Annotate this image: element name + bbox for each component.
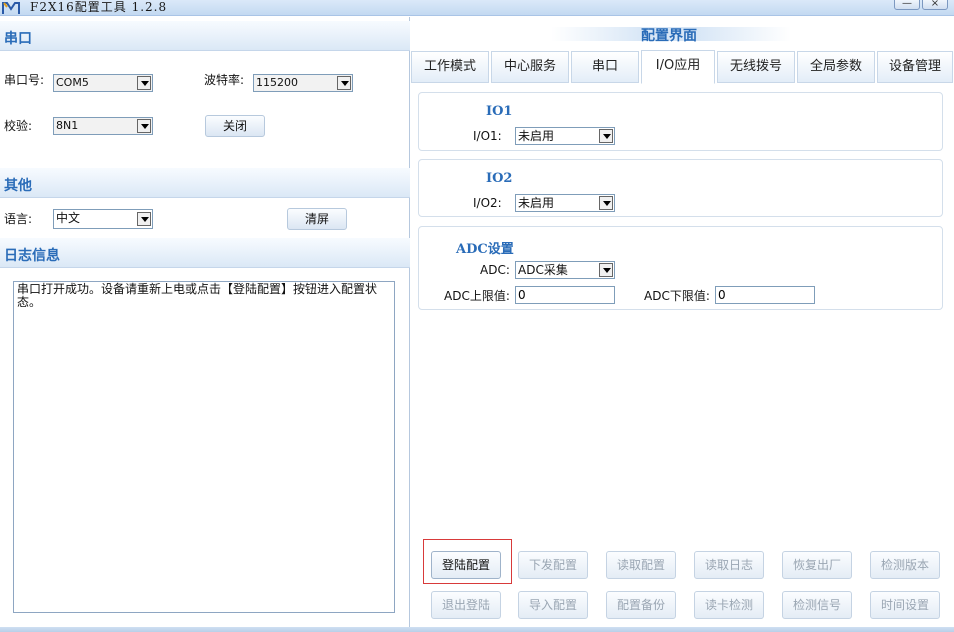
port-value: COM5	[56, 76, 89, 89]
io1-select[interactable]: 未启用	[515, 127, 615, 145]
io1-label: I/O1:	[473, 129, 502, 143]
io1-group: IO1 I/O1: 未启用	[418, 92, 943, 151]
adc-upper-input[interactable]: 0	[515, 286, 615, 304]
io1-title: IO1	[486, 104, 513, 119]
status-strip	[0, 627, 954, 632]
adc-group: ADC设置 ADC: ADC采集 ADC上限值: 0 ADC下限值: 0	[418, 226, 943, 310]
check-signal-button[interactable]: 检测信号	[782, 591, 852, 619]
chevron-down-icon[interactable]	[137, 76, 151, 90]
minimize-button[interactable]: —	[894, 0, 920, 10]
baud-label: 波特率:	[204, 73, 245, 87]
log-text: 串口打开成功。设备请重新上电或点击【登陆配置】按钮进入配置状态。	[17, 282, 378, 309]
language-value: 中文	[56, 211, 81, 225]
parity-label: 校验:	[4, 119, 33, 133]
language-select[interactable]: 中文	[53, 209, 153, 229]
chevron-down-icon[interactable]	[599, 129, 613, 143]
right-panel: 配置界面 工作模式 中心服务 串口 I/O应用 无线拨号 全局参数 设备管理 I…	[411, 17, 954, 627]
clear-screen-button[interactable]: 清屏	[287, 208, 347, 230]
adc-lower-input[interactable]: 0	[715, 286, 815, 304]
tab-serial[interactable]: 串口	[571, 51, 639, 83]
tab-io-application[interactable]: I/O应用	[641, 50, 715, 84]
port-select[interactable]: COM5	[53, 74, 153, 92]
io2-value: 未启用	[518, 196, 555, 210]
backup-config-button[interactable]: 配置备份	[606, 591, 676, 619]
check-version-button[interactable]: 检测版本	[870, 551, 940, 579]
tab-center-service[interactable]: 中心服务	[491, 51, 569, 83]
close-port-button[interactable]: 关闭	[205, 115, 265, 137]
serial-section-header: 串口	[0, 21, 410, 51]
title-bar: F2X16配置工具 1.2.8 — ×	[0, 0, 954, 16]
close-window-button[interactable]: ×	[922, 0, 948, 10]
parity-select[interactable]: 8N1	[53, 117, 153, 135]
other-section-header: 其他	[0, 168, 410, 198]
left-panel: 串口 串口号: COM5 波特率: 115200 校验: 8N1 关闭 其他 语…	[0, 17, 410, 627]
config-page-title: 配置界面	[641, 28, 697, 44]
io2-group: IO2 I/O2: 未启用	[418, 159, 943, 217]
chevron-down-icon[interactable]	[137, 119, 151, 133]
parity-value: 8N1	[56, 119, 79, 132]
log-textarea[interactable]: 串口打开成功。设备请重新上电或点击【登陆配置】按钮进入配置状态。	[13, 281, 395, 613]
tab-global-params[interactable]: 全局参数	[797, 51, 875, 83]
chevron-down-icon[interactable]	[599, 263, 613, 277]
send-config-button[interactable]: 下发配置	[518, 551, 588, 579]
adc-upper-label: ADC上限值:	[444, 289, 510, 303]
other-section-title: 其他	[4, 178, 32, 194]
io2-title: IO2	[486, 171, 513, 186]
chevron-down-icon[interactable]	[599, 196, 613, 210]
io2-select[interactable]: 未启用	[515, 194, 615, 212]
adc-upper-value: 0	[518, 288, 526, 302]
factory-reset-button[interactable]: 恢复出厂	[782, 551, 852, 579]
adc-value: ADC采集	[518, 263, 568, 277]
tab-work-mode[interactable]: 工作模式	[411, 51, 489, 83]
read-config-button[interactable]: 读取配置	[606, 551, 676, 579]
time-settings-button[interactable]: 时间设置	[870, 591, 940, 619]
card-check-button[interactable]: 读卡检测	[694, 591, 764, 619]
log-section-header: 日志信息	[0, 238, 410, 268]
tab-wireless-dial[interactable]: 无线拨号	[717, 51, 795, 83]
window-title: F2X16配置工具 1.2.8	[30, 0, 168, 14]
serial-section-title: 串口	[4, 31, 32, 47]
chevron-down-icon[interactable]	[137, 212, 151, 226]
language-label: 语言:	[4, 212, 33, 226]
adc-label: ADC:	[480, 263, 510, 277]
app-logo-icon	[2, 1, 20, 14]
login-config-button[interactable]: 登陆配置	[431, 551, 501, 579]
logout-button[interactable]: 退出登陆	[431, 591, 501, 619]
import-config-button[interactable]: 导入配置	[518, 591, 588, 619]
adc-select[interactable]: ADC采集	[515, 261, 615, 279]
log-section-title: 日志信息	[4, 248, 60, 264]
port-label: 串口号:	[4, 73, 45, 87]
io1-value: 未启用	[518, 129, 555, 143]
io2-label: I/O2:	[473, 196, 502, 210]
adc-title: ADC设置	[456, 242, 514, 257]
chevron-down-icon[interactable]	[337, 76, 351, 90]
tab-bar: 工作模式 中心服务 串口 I/O应用 无线拨号 全局参数 设备管理	[411, 50, 954, 84]
baud-select[interactable]: 115200	[253, 74, 353, 92]
read-log-button[interactable]: 读取日志	[694, 551, 764, 579]
baud-value: 115200	[256, 76, 298, 89]
adc-lower-label: ADC下限值:	[644, 289, 710, 303]
adc-lower-value: 0	[718, 288, 726, 302]
tab-device-management[interactable]: 设备管理	[877, 51, 953, 83]
